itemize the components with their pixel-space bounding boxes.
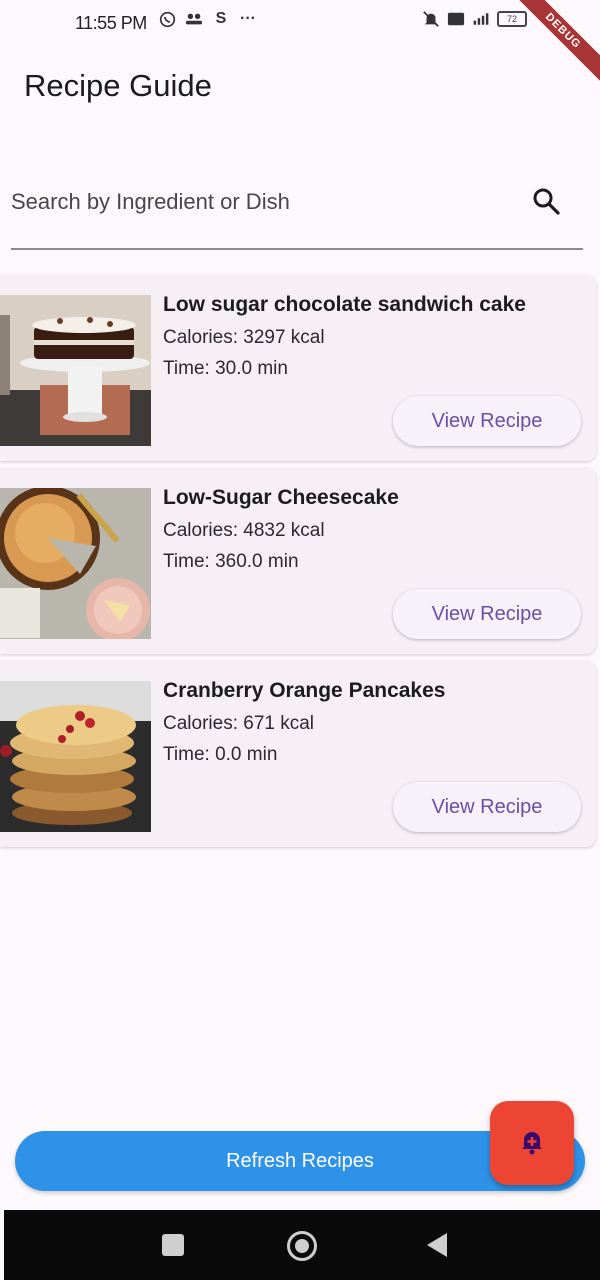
recipe-calories: Calories: 3297 kcal [163, 327, 325, 348]
recipe-title: Cranberry Orange Pancakes [163, 679, 446, 702]
debug-label: DEBUG [503, 0, 600, 91]
view-recipe-button[interactable]: View Recipe [393, 782, 581, 832]
recipe-image-chocolate-cake [0, 295, 151, 446]
recipe-image-cheesecake [0, 488, 151, 639]
recipe-time: Time: 0.0 min [163, 744, 278, 765]
recipe-card[interactable]: Low-Sugar Cheesecake Calories: 4832 kcal… [0, 468, 596, 654]
view-recipe-button[interactable]: View Recipe [393, 396, 581, 446]
more-dots-icon: ··· [240, 10, 256, 27]
recents-icon[interactable] [162, 1234, 184, 1256]
recipe-card[interactable]: Low sugar chocolate sandwich cake Calori… [0, 275, 596, 461]
recipe-image-pancakes [0, 681, 151, 832]
recipe-title: Low-Sugar Cheesecake [163, 486, 399, 509]
view-recipe-button[interactable]: View Recipe [393, 589, 581, 639]
group-icon [185, 10, 203, 28]
page-title: Recipe Guide [24, 68, 212, 103]
recipe-time: Time: 360.0 min [163, 551, 299, 572]
recipe-time: Time: 30.0 min [163, 358, 288, 379]
mute-icon [422, 10, 440, 28]
search-input[interactable] [11, 184, 511, 220]
recipe-card[interactable]: Cranberry Orange Pancakes Calories: 671 … [0, 661, 596, 847]
signal-icon [472, 10, 490, 28]
bell-add-icon [518, 1127, 546, 1160]
debug-banner: DEBUG [490, 0, 600, 110]
whatsapp-icon [158, 10, 176, 28]
recipe-calories: Calories: 4832 kcal [163, 520, 325, 541]
notification-fab[interactable] [490, 1101, 574, 1185]
status-left-icons: S ··· [158, 10, 257, 28]
recipe-title: Low sugar chocolate sandwich cake [163, 293, 526, 316]
recipe-list: Low sugar chocolate sandwich cake Calori… [0, 275, 596, 854]
home-icon[interactable] [287, 1231, 317, 1261]
status-time: 11:55 PM [75, 13, 147, 33]
system-nav-bar [4, 1210, 600, 1280]
status-bar: 11:55 PM S ··· 72 DEBUG [0, 0, 600, 91]
volte-icon [447, 10, 465, 28]
back-icon[interactable] [427, 1233, 447, 1257]
recipe-calories: Calories: 671 kcal [163, 713, 315, 734]
search-icon[interactable] [531, 186, 561, 216]
s-app-icon: S [215, 10, 227, 27]
search-field[interactable] [11, 172, 583, 250]
